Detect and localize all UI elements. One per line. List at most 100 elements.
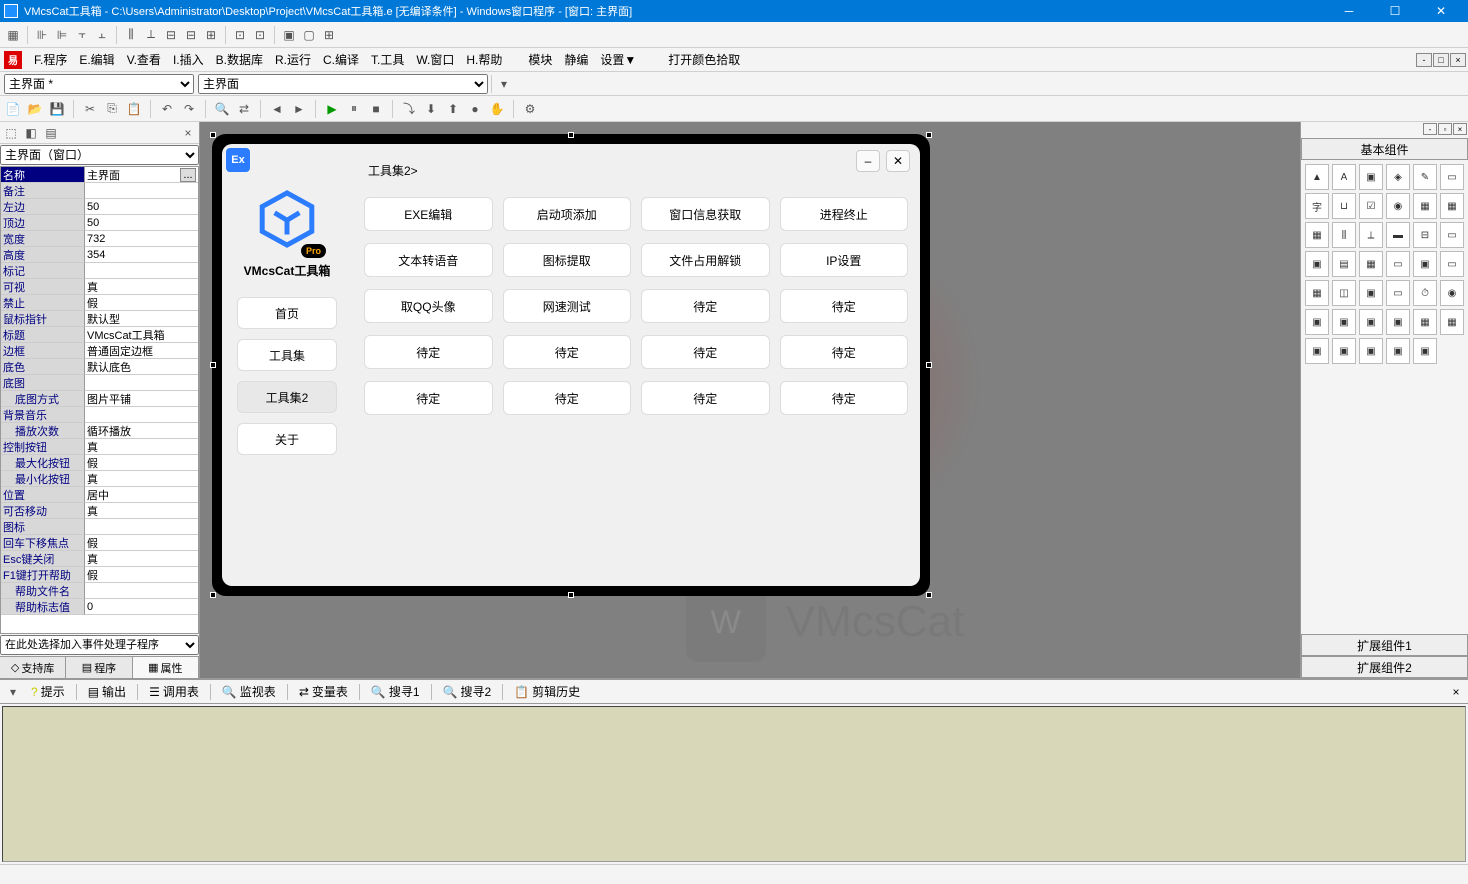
- paste-icon[interactable]: 📋: [125, 100, 143, 118]
- prop-value[interactable]: 图片平铺: [85, 391, 198, 407]
- menu-settings[interactable]: 设置▼: [594, 49, 642, 70]
- prop-name[interactable]: 可视: [1, 279, 85, 295]
- prop-name[interactable]: 底图方式: [1, 391, 85, 407]
- prop-value[interactable]: [85, 519, 198, 535]
- same-width-icon[interactable]: ⊟: [162, 26, 180, 44]
- component-tool[interactable]: ✎: [1413, 164, 1437, 190]
- prop-value[interactable]: 真: [85, 279, 198, 295]
- prop-name[interactable]: 标题: [1, 327, 85, 343]
- nav-button[interactable]: 首页: [237, 297, 337, 329]
- center-v-icon[interactable]: ⊡: [251, 26, 269, 44]
- lock-icon[interactable]: ⊞: [320, 26, 338, 44]
- open-icon[interactable]: 📂: [26, 100, 44, 118]
- tool-button[interactable]: 待定: [780, 381, 909, 415]
- hand-icon[interactable]: ✋: [488, 100, 506, 118]
- prop-value[interactable]: 假: [85, 535, 198, 551]
- toolbar-icon[interactable]: ▦: [4, 26, 22, 44]
- prop-value[interactable]: 真: [85, 439, 198, 455]
- component-tool[interactable]: ▬: [1386, 222, 1410, 248]
- component-tool[interactable]: ▣: [1305, 251, 1329, 277]
- close-button[interactable]: ✕: [1418, 0, 1464, 22]
- component-tool[interactable]: ▤: [1332, 251, 1356, 277]
- tool-button[interactable]: 待定: [641, 381, 770, 415]
- design-canvas[interactable]: WVMcsCat Ex – ✕ Pro: [200, 122, 1300, 678]
- component-tool[interactable]: ▦: [1440, 309, 1464, 335]
- ext-components-1[interactable]: 扩展组件1: [1301, 634, 1468, 656]
- component-tool[interactable]: ▣: [1305, 309, 1329, 335]
- prop-name[interactable]: 底色: [1, 359, 85, 375]
- component-header[interactable]: 基本组件: [1301, 138, 1468, 160]
- new-icon[interactable]: 📄: [4, 100, 22, 118]
- tool-button[interactable]: 待定: [641, 289, 770, 323]
- save-icon[interactable]: 💾: [48, 100, 66, 118]
- prop-name[interactable]: 备注: [1, 183, 85, 199]
- align-right-icon[interactable]: ⊫: [53, 26, 71, 44]
- form-selector-2[interactable]: 主界面: [198, 74, 488, 94]
- prop-name[interactable]: 边框: [1, 343, 85, 359]
- tool-button[interactable]: 文本转语音: [364, 243, 493, 277]
- prop-name[interactable]: 帮助标志值: [1, 599, 85, 615]
- prop-name[interactable]: 最小化按钮: [1, 471, 85, 487]
- distribute-v-icon[interactable]: ⟂: [142, 26, 160, 44]
- nav-button[interactable]: 工具集2: [237, 381, 337, 413]
- form-minimize-button[interactable]: –: [856, 150, 880, 172]
- form-selector-1[interactable]: 主界面 *: [4, 74, 194, 94]
- component-tool[interactable]: ▣: [1305, 338, 1329, 364]
- component-tool[interactable]: ▣: [1359, 309, 1383, 335]
- tab-clipboard[interactable]: 📋剪辑历史: [507, 680, 587, 703]
- bring-front-icon[interactable]: ▣: [280, 26, 298, 44]
- menu-program[interactable]: F.程序: [28, 49, 73, 70]
- panel-min-icon[interactable]: -: [1423, 123, 1437, 135]
- component-tool[interactable]: ⊟: [1413, 222, 1437, 248]
- menu-window[interactable]: W.窗口: [410, 49, 460, 70]
- menu-compile[interactable]: C.编译: [317, 49, 365, 70]
- component-tool[interactable]: 字: [1305, 193, 1329, 219]
- prop-value[interactable]: 假: [85, 295, 198, 311]
- tool-button[interactable]: 进程终止: [780, 197, 909, 231]
- design-form[interactable]: Ex – ✕ Pro VMcsCat工具箱 首页工具集工具集2关于 工具集2> …: [212, 134, 930, 596]
- tool-button[interactable]: 网速测试: [503, 289, 632, 323]
- tool-button[interactable]: 待定: [780, 335, 909, 369]
- redo-icon[interactable]: ↷: [180, 100, 198, 118]
- ext-components-2[interactable]: 扩展组件2: [1301, 656, 1468, 678]
- tool-button[interactable]: 待定: [364, 335, 493, 369]
- tab-program[interactable]: ▤ 程序: [66, 657, 132, 678]
- replace-icon[interactable]: ⇄: [235, 100, 253, 118]
- prop-value[interactable]: 默认底色: [85, 359, 198, 375]
- prop-name[interactable]: 鼠标指针: [1, 311, 85, 327]
- prop-name[interactable]: 背景音乐: [1, 407, 85, 423]
- component-tool[interactable]: ▣: [1359, 280, 1383, 306]
- component-tool[interactable]: ▭: [1440, 222, 1464, 248]
- maximize-button[interactable]: ☐: [1372, 0, 1418, 22]
- component-tool[interactable]: ⫼: [1332, 222, 1356, 248]
- menu-edit[interactable]: E.编辑: [73, 49, 120, 70]
- prop-name[interactable]: 图标: [1, 519, 85, 535]
- prop-name[interactable]: 顶边: [1, 215, 85, 231]
- tool-extra-icon[interactable]: ⚙: [521, 100, 539, 118]
- prop-value[interactable]: 真: [85, 503, 198, 519]
- prop-name[interactable]: 帮助文件名: [1, 583, 85, 599]
- forward-icon[interactable]: ►: [290, 100, 308, 118]
- component-tool[interactable]: ▣: [1413, 338, 1437, 364]
- prop-value[interactable]: 主界面...: [85, 167, 198, 183]
- tab-calltable[interactable]: ☰调用表: [142, 680, 206, 703]
- tab-support-lib[interactable]: ◇ 支持库: [0, 657, 66, 678]
- component-tool[interactable]: ▦: [1305, 280, 1329, 306]
- tab-watch[interactable]: 🔍监视表: [215, 680, 283, 703]
- component-tool[interactable]: ▦: [1440, 193, 1464, 219]
- tool-button[interactable]: EXE编辑: [364, 197, 493, 231]
- mdi-close-icon[interactable]: ×: [1450, 53, 1466, 67]
- component-tool[interactable]: ▦: [1413, 193, 1437, 219]
- component-tool[interactable]: ⏱: [1413, 280, 1437, 306]
- center-h-icon[interactable]: ⊡: [231, 26, 249, 44]
- component-tool[interactable]: ◉: [1440, 280, 1464, 306]
- back-icon[interactable]: ◄: [268, 100, 286, 118]
- prop-value[interactable]: 假: [85, 567, 198, 583]
- tool-button[interactable]: 待定: [503, 381, 632, 415]
- menu-module[interactable]: 模块: [522, 49, 558, 70]
- prop-value[interactable]: 默认型: [85, 311, 198, 327]
- menu-view[interactable]: V.查看: [121, 49, 167, 70]
- panel-close-icon[interactable]: ×: [1453, 123, 1467, 135]
- menu-run[interactable]: R.运行: [269, 49, 317, 70]
- prop-value[interactable]: 0: [85, 599, 198, 615]
